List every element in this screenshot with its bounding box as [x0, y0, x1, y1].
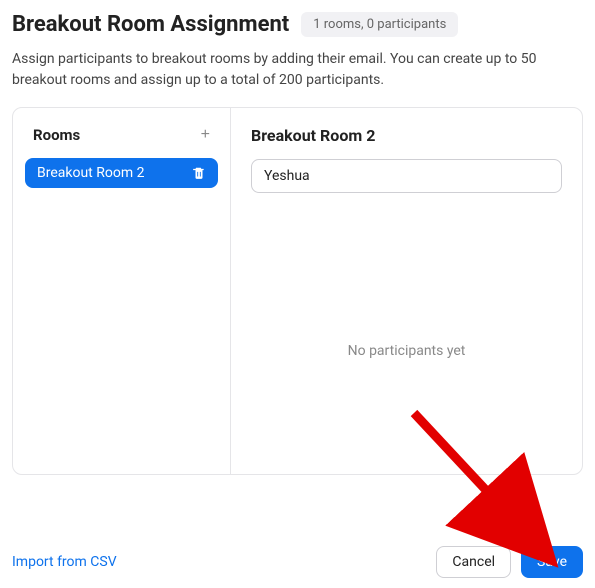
- room-item[interactable]: Breakout Room 2: [25, 158, 218, 188]
- add-room-button[interactable]: +: [199, 127, 212, 143]
- save-button[interactable]: Save: [521, 546, 583, 578]
- import-csv-link[interactable]: Import from CSV: [12, 554, 117, 570]
- plus-icon: +: [201, 126, 210, 143]
- trash-icon[interactable]: [192, 166, 206, 180]
- rooms-summary-badge: 1 rooms, 0 participants: [301, 12, 458, 37]
- no-participants-text: No participants yet: [251, 343, 562, 359]
- selected-room-title: Breakout Room 2: [251, 126, 562, 145]
- room-item-label: Breakout Room 2: [37, 165, 144, 181]
- assignment-panel: Rooms + Breakout Room 2 Breakout Room 2 …: [12, 107, 583, 475]
- rooms-column: Rooms + Breakout Room 2: [13, 108, 231, 474]
- rooms-title: Rooms: [33, 126, 80, 144]
- main-column: Breakout Room 2 No participants yet: [231, 108, 582, 474]
- description-text: Assign participants to breakout rooms by…: [12, 49, 583, 91]
- participant-email-input[interactable]: [251, 159, 562, 193]
- cancel-button[interactable]: Cancel: [436, 546, 511, 578]
- page-title: Breakout Room Assignment: [12, 12, 289, 37]
